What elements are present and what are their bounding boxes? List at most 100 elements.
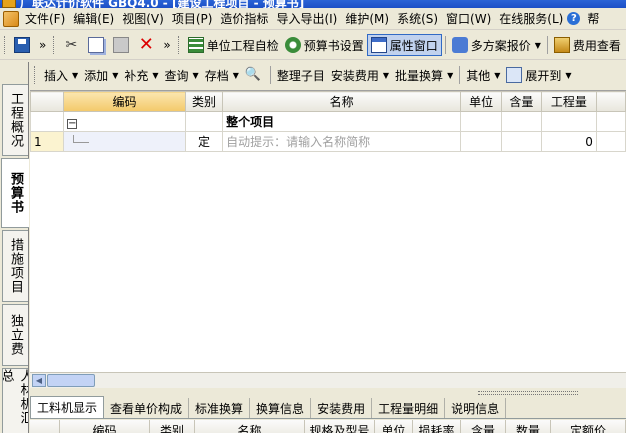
- tree-connector: [73, 134, 90, 143]
- menu-bar: 文件(F) 编辑(E) 视图(V) 项目(P) 造价指标 导入导出(I) 维护(…: [0, 8, 626, 30]
- install-fee-button[interactable]: 安装费用 ▼: [328, 64, 392, 86]
- name-input-cell[interactable]: 自动提示：请输入名称简称: [222, 131, 462, 152]
- code-cell[interactable]: [63, 131, 186, 152]
- cut-button[interactable]: ✂: [60, 34, 85, 56]
- toolbar-grip[interactable]: [53, 36, 56, 54]
- menu-import-export[interactable]: 导入导出(I): [272, 10, 341, 27]
- table-check-icon: [187, 37, 204, 53]
- column-header-type[interactable]: 类别: [184, 91, 224, 112]
- menu-project[interactable]: 项目(P): [168, 10, 217, 27]
- column-header-content[interactable]: 含量: [461, 420, 506, 433]
- toolbar-overflow-button-2[interactable]: »: [160, 34, 173, 56]
- storage-button[interactable]: 存档 ▼: [202, 64, 242, 86]
- fee-check-button[interactable]: 费用查看: [551, 34, 624, 56]
- table-cell[interactable]: [460, 111, 502, 132]
- tab-quantity-detail[interactable]: 工程量明细: [372, 398, 446, 418]
- tab-unit-price-composition[interactable]: 查看单价构成: [104, 398, 190, 418]
- tab-standard-conversion[interactable]: 标准换算: [189, 398, 251, 418]
- table-cell[interactable]: [500, 111, 542, 132]
- column-header-unit[interactable]: 单位: [460, 91, 502, 112]
- horizontal-scrollbar[interactable]: ◀: [30, 372, 626, 388]
- delete-button[interactable]: ✕: [135, 34, 160, 56]
- menu-file[interactable]: 文件(F): [21, 10, 69, 27]
- query-label: 查询: [164, 68, 189, 83]
- type-cell[interactable]: 定: [184, 131, 224, 152]
- row-number-cell[interactable]: 1: [30, 131, 65, 152]
- column-header-type[interactable]: 类别: [150, 420, 195, 433]
- app-menu-icon[interactable]: [3, 10, 19, 27]
- table-cell[interactable]: [595, 131, 626, 152]
- batch-convert-button[interactable]: 批量换算 ▼: [392, 64, 456, 86]
- other-button[interactable]: 其他 ▼: [463, 64, 503, 86]
- toolbar-grip[interactable]: [4, 36, 7, 54]
- tab-conversion-info[interactable]: 换算信息: [250, 398, 312, 418]
- toolbar-separator: [459, 66, 461, 84]
- table-cell[interactable]: [184, 111, 224, 132]
- column-header-unit[interactable]: 单位: [375, 420, 413, 433]
- query-button[interactable]: 查询 ▼: [162, 64, 202, 86]
- scroll-left-icon[interactable]: ◀: [32, 374, 46, 387]
- sidetab-measure-items[interactable]: 措施项目: [2, 230, 28, 302]
- panel-splitter[interactable]: [478, 391, 578, 395]
- sidetab-budget-book[interactable]: 预算书: [1, 158, 29, 228]
- tab-install-fee[interactable]: 安装费用: [311, 398, 373, 418]
- property-window-button[interactable]: 属性窗口: [366, 34, 442, 56]
- property-window-label: 属性窗口: [389, 38, 438, 53]
- multi-plan-quote-button[interactable]: 多方案报价 ▼: [449, 34, 544, 56]
- column-header-content[interactable]: 含量: [500, 91, 542, 112]
- column-header-code[interactable]: 编码: [63, 91, 186, 112]
- copy-button[interactable]: [85, 34, 110, 56]
- column-header-quota-price[interactable]: 定额价: [551, 420, 626, 433]
- dropdown-caret-icon: ▼: [152, 70, 159, 80]
- column-header-rownum[interactable]: [30, 91, 65, 112]
- quantity-cell[interactable]: 0: [540, 131, 597, 152]
- tab-description[interactable]: 说明信息: [445, 398, 507, 418]
- column-header-spec[interactable]: 规格及型号: [305, 420, 375, 433]
- find-button[interactable]: 🔍: [242, 64, 267, 86]
- table-row[interactable]: 1 定 自动提示：请输入名称简称 0: [30, 131, 626, 152]
- menu-online-service[interactable]: 在线服务(L): [495, 10, 567, 27]
- budget-settings-button[interactable]: 预算书设置: [282, 34, 367, 56]
- menu-system[interactable]: 系统(S): [393, 10, 442, 27]
- column-header-amount[interactable]: 数量: [506, 420, 551, 433]
- sidetab-independent-fee[interactable]: 独立费: [2, 304, 28, 366]
- save-button[interactable]: [11, 34, 36, 56]
- menu-help[interactable]: 帮: [583, 10, 603, 27]
- content-cell[interactable]: [500, 131, 542, 152]
- unit-cell[interactable]: [460, 131, 502, 152]
- menu-edit[interactable]: 编辑(E): [69, 10, 118, 27]
- save-icon: [14, 37, 30, 53]
- menu-view[interactable]: 视图(V): [118, 10, 168, 27]
- tab-labor-material-display[interactable]: 工料机显示: [30, 396, 105, 418]
- table-row-group[interactable]: − 整个项目: [30, 111, 626, 132]
- expand-to-button[interactable]: 展开到 ▼: [503, 64, 574, 86]
- organize-items-button[interactable]: 整理子目: [274, 64, 328, 86]
- column-header-name[interactable]: 名称: [222, 91, 462, 112]
- column-header-name[interactable]: 名称: [195, 420, 305, 433]
- toolbar-overflow-button[interactable]: »: [36, 34, 49, 56]
- toolbar-grip[interactable]: [177, 36, 181, 54]
- unit-check-button[interactable]: 单位工程自检: [185, 34, 282, 56]
- column-header-extra[interactable]: [595, 91, 626, 112]
- table-cell[interactable]: [540, 111, 597, 132]
- insert-button[interactable]: 插入 ▼: [41, 64, 81, 86]
- sidetab-labor-material-summary[interactable]: 人材机汇总: [2, 368, 28, 433]
- install-fee-label: 安装费用: [330, 68, 379, 83]
- column-header-code[interactable]: 编码: [60, 420, 150, 433]
- group-name-cell[interactable]: 整个项目: [222, 111, 462, 132]
- table-cell[interactable]: [595, 111, 626, 132]
- toolbar-grip[interactable]: [34, 66, 37, 84]
- scroll-thumb[interactable]: [47, 374, 95, 387]
- menu-cost-index[interactable]: 造价指标: [216, 10, 272, 27]
- sidetab-project-overview[interactable]: 工程概况: [2, 84, 28, 156]
- table-cell[interactable]: −: [63, 111, 186, 132]
- column-header-quantity[interactable]: 工程量: [540, 91, 597, 112]
- column-header-loss-rate[interactable]: 损耗率: [413, 420, 461, 433]
- paste-button[interactable]: [110, 34, 135, 56]
- collapse-icon[interactable]: −: [67, 118, 78, 129]
- dropdown-caret-icon: ▼: [494, 70, 501, 80]
- supplement-button[interactable]: 补充 ▼: [121, 64, 161, 86]
- add-button[interactable]: 添加 ▼: [81, 64, 121, 86]
- menu-window[interactable]: 窗口(W): [442, 10, 495, 27]
- menu-maintain[interactable]: 维护(M): [341, 10, 393, 27]
